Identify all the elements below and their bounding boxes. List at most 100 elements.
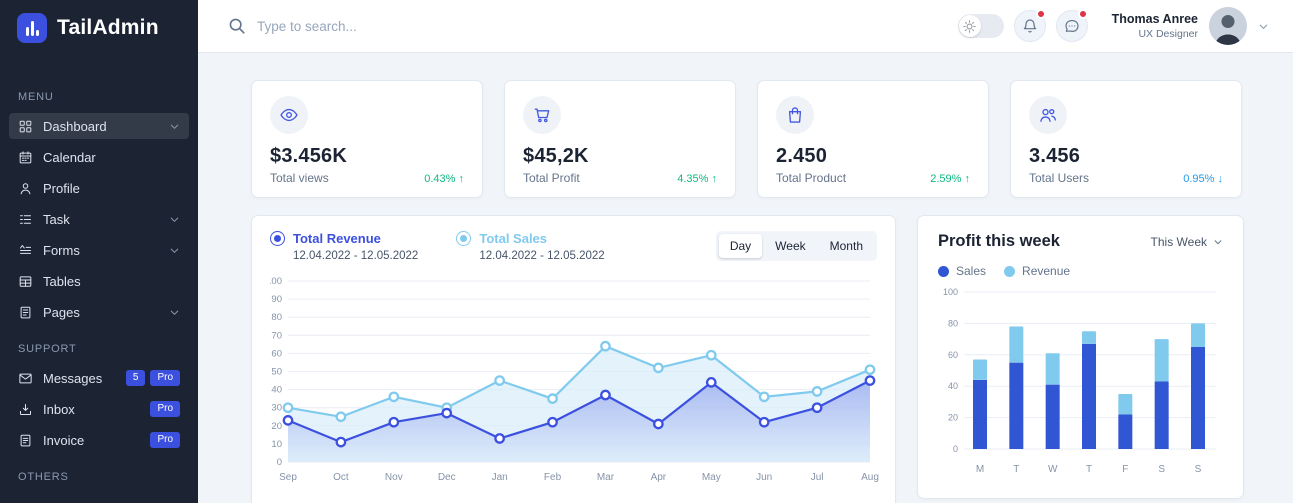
envelope-icon: [18, 371, 33, 386]
x-tick-label: Feb: [544, 472, 562, 483]
chevron-down-icon: [1213, 237, 1223, 247]
sidebar-item-label: Profile: [43, 181, 80, 196]
data-point: [548, 394, 556, 402]
range-button-week[interactable]: Week: [764, 234, 816, 258]
y-tick-label: 70: [271, 330, 282, 341]
data-point: [284, 404, 292, 412]
legend-total-sales: Total Sales 12.04.2022 - 12.05.2022: [456, 231, 604, 262]
nav-section-label-others: OTHERS: [9, 471, 189, 483]
y-tick-label: 90: [271, 294, 282, 305]
revenue-period: 12.04.2022 - 12.05.2022: [270, 250, 418, 262]
sidebar-item-label: Dashboard: [43, 119, 107, 134]
stat-card-total-profit: $45,2KTotal Profit4.35% ↑: [504, 80, 736, 198]
y-tick-label: 80: [948, 318, 958, 328]
x-tick-label: Apr: [651, 472, 667, 483]
messages-button[interactable]: [1056, 10, 1088, 42]
stat-label: Total views: [270, 171, 329, 185]
inbox-icon: [18, 402, 33, 417]
sidebar-item-calendar[interactable]: Calendar: [9, 144, 189, 170]
search-input[interactable]: [257, 19, 537, 34]
stat-label: Total Profit: [523, 171, 580, 185]
user-info: Thomas Anree UX Designer: [1112, 12, 1198, 40]
stat-card-total-product: 2.450Total Product2.59% ↑: [757, 80, 989, 198]
stat-label: Total Users: [1029, 171, 1089, 185]
nav-section-label-support: SUPPORT: [9, 343, 189, 355]
x-tick-label: S: [1195, 464, 1202, 475]
range-button-month[interactable]: Month: [819, 234, 874, 258]
notifications-button[interactable]: [1014, 10, 1046, 42]
y-tick-label: 80: [271, 312, 282, 323]
sidebar-item-inbox[interactable]: InboxPro: [9, 396, 189, 422]
profit-bar-chart: 020406080100MTWTFSS: [938, 282, 1223, 482]
chevron-down-icon: [169, 121, 180, 132]
week-select[interactable]: This Week: [1151, 235, 1223, 249]
legend-total-revenue: Total Revenue 12.04.2022 - 12.05.2022: [270, 231, 418, 262]
data-point: [654, 364, 662, 372]
app-logo[interactable]: TailAdmin: [0, 13, 198, 43]
x-tick-label: May: [702, 472, 721, 483]
y-tick-label: 0: [277, 457, 282, 468]
sales-legend-label: Total Sales: [479, 231, 547, 246]
revenue-chart-header: Total Revenue 12.04.2022 - 12.05.2022 To…: [270, 231, 877, 262]
form-icon: [18, 243, 33, 258]
bag-icon: [776, 96, 814, 134]
app-title: TailAdmin: [57, 16, 159, 40]
sidebar-item-task[interactable]: Task: [9, 206, 189, 232]
data-point: [760, 418, 768, 426]
y-tick-label: 40: [271, 385, 282, 396]
bar-sales-segment: [1191, 347, 1205, 449]
sidebar-item-label: Messages: [43, 371, 102, 386]
sidebar-item-profile[interactable]: Profile: [9, 175, 189, 201]
topbar-actions: Thomas Anree UX Designer: [958, 7, 1269, 45]
range-button-day[interactable]: Day: [719, 234, 762, 258]
sidebar-item-dashboard[interactable]: Dashboard: [9, 113, 189, 139]
data-point: [443, 409, 451, 417]
y-tick-label: 40: [948, 381, 958, 391]
notification-dot: [1036, 9, 1046, 19]
y-tick-label: 60: [948, 350, 958, 360]
revenue-radio-icon: [270, 231, 285, 246]
topbar: Thomas Anree UX Designer: [198, 0, 1293, 53]
sidebar-item-tables[interactable]: Tables: [9, 268, 189, 294]
user-menu[interactable]: Thomas Anree UX Designer: [1112, 7, 1269, 45]
x-tick-label: S: [1158, 464, 1165, 475]
dark-mode-toggle[interactable]: [958, 14, 1004, 38]
sidebar-item-forms[interactable]: Forms: [9, 237, 189, 263]
stat-value: $45,2K: [523, 145, 717, 168]
user-icon: [18, 181, 33, 196]
sidebar-item-messages[interactable]: Messages5Pro: [9, 365, 189, 391]
bar-sales-segment: [1009, 363, 1023, 449]
sidebar: TailAdmin MENUDashboardCalendarProfileTa…: [0, 0, 198, 503]
search-icon: [228, 17, 246, 35]
sidebar-nav: MENUDashboardCalendarProfileTaskFormsTab…: [0, 91, 198, 483]
x-tick-label: M: [976, 464, 984, 475]
bar-revenue-segment: [973, 360, 987, 380]
sidebar-item-label: Inbox: [43, 402, 75, 417]
x-tick-label: Sep: [279, 472, 297, 483]
y-tick-label: 10: [271, 439, 282, 450]
sidebar-item-pages[interactable]: Pages: [9, 299, 189, 325]
chat-icon: [1064, 18, 1080, 34]
sales-period: 12.04.2022 - 12.05.2022: [456, 250, 604, 262]
bar-revenue-segment: [1155, 339, 1169, 381]
grid-icon: [18, 119, 33, 134]
stat-value: 2.450: [776, 145, 970, 168]
sidebar-item-label: Pages: [43, 305, 80, 320]
bar-sales-segment: [973, 380, 987, 449]
bar-revenue-segment: [1009, 327, 1023, 363]
data-point: [284, 416, 292, 424]
x-tick-label: Dec: [438, 472, 456, 483]
data-point: [654, 420, 662, 428]
sidebar-item-invoice[interactable]: InvoicePro: [9, 427, 189, 453]
stat-label: Total Product: [776, 171, 846, 185]
revenue-area-chart: 0102030405060708090100SepOctNovDecJanFeb…: [270, 268, 879, 496]
data-point: [707, 351, 715, 359]
charts-row: Total Revenue 12.04.2022 - 12.05.2022 To…: [251, 215, 1242, 503]
data-point: [390, 393, 398, 401]
sidebar-item-label: Invoice: [43, 433, 84, 448]
chevron-down-icon: [1258, 21, 1269, 32]
chevron-down-icon: [169, 307, 180, 318]
checklist-icon: [18, 212, 33, 227]
x-tick-label: T: [1013, 464, 1019, 475]
y-tick-label: 60: [271, 348, 282, 359]
